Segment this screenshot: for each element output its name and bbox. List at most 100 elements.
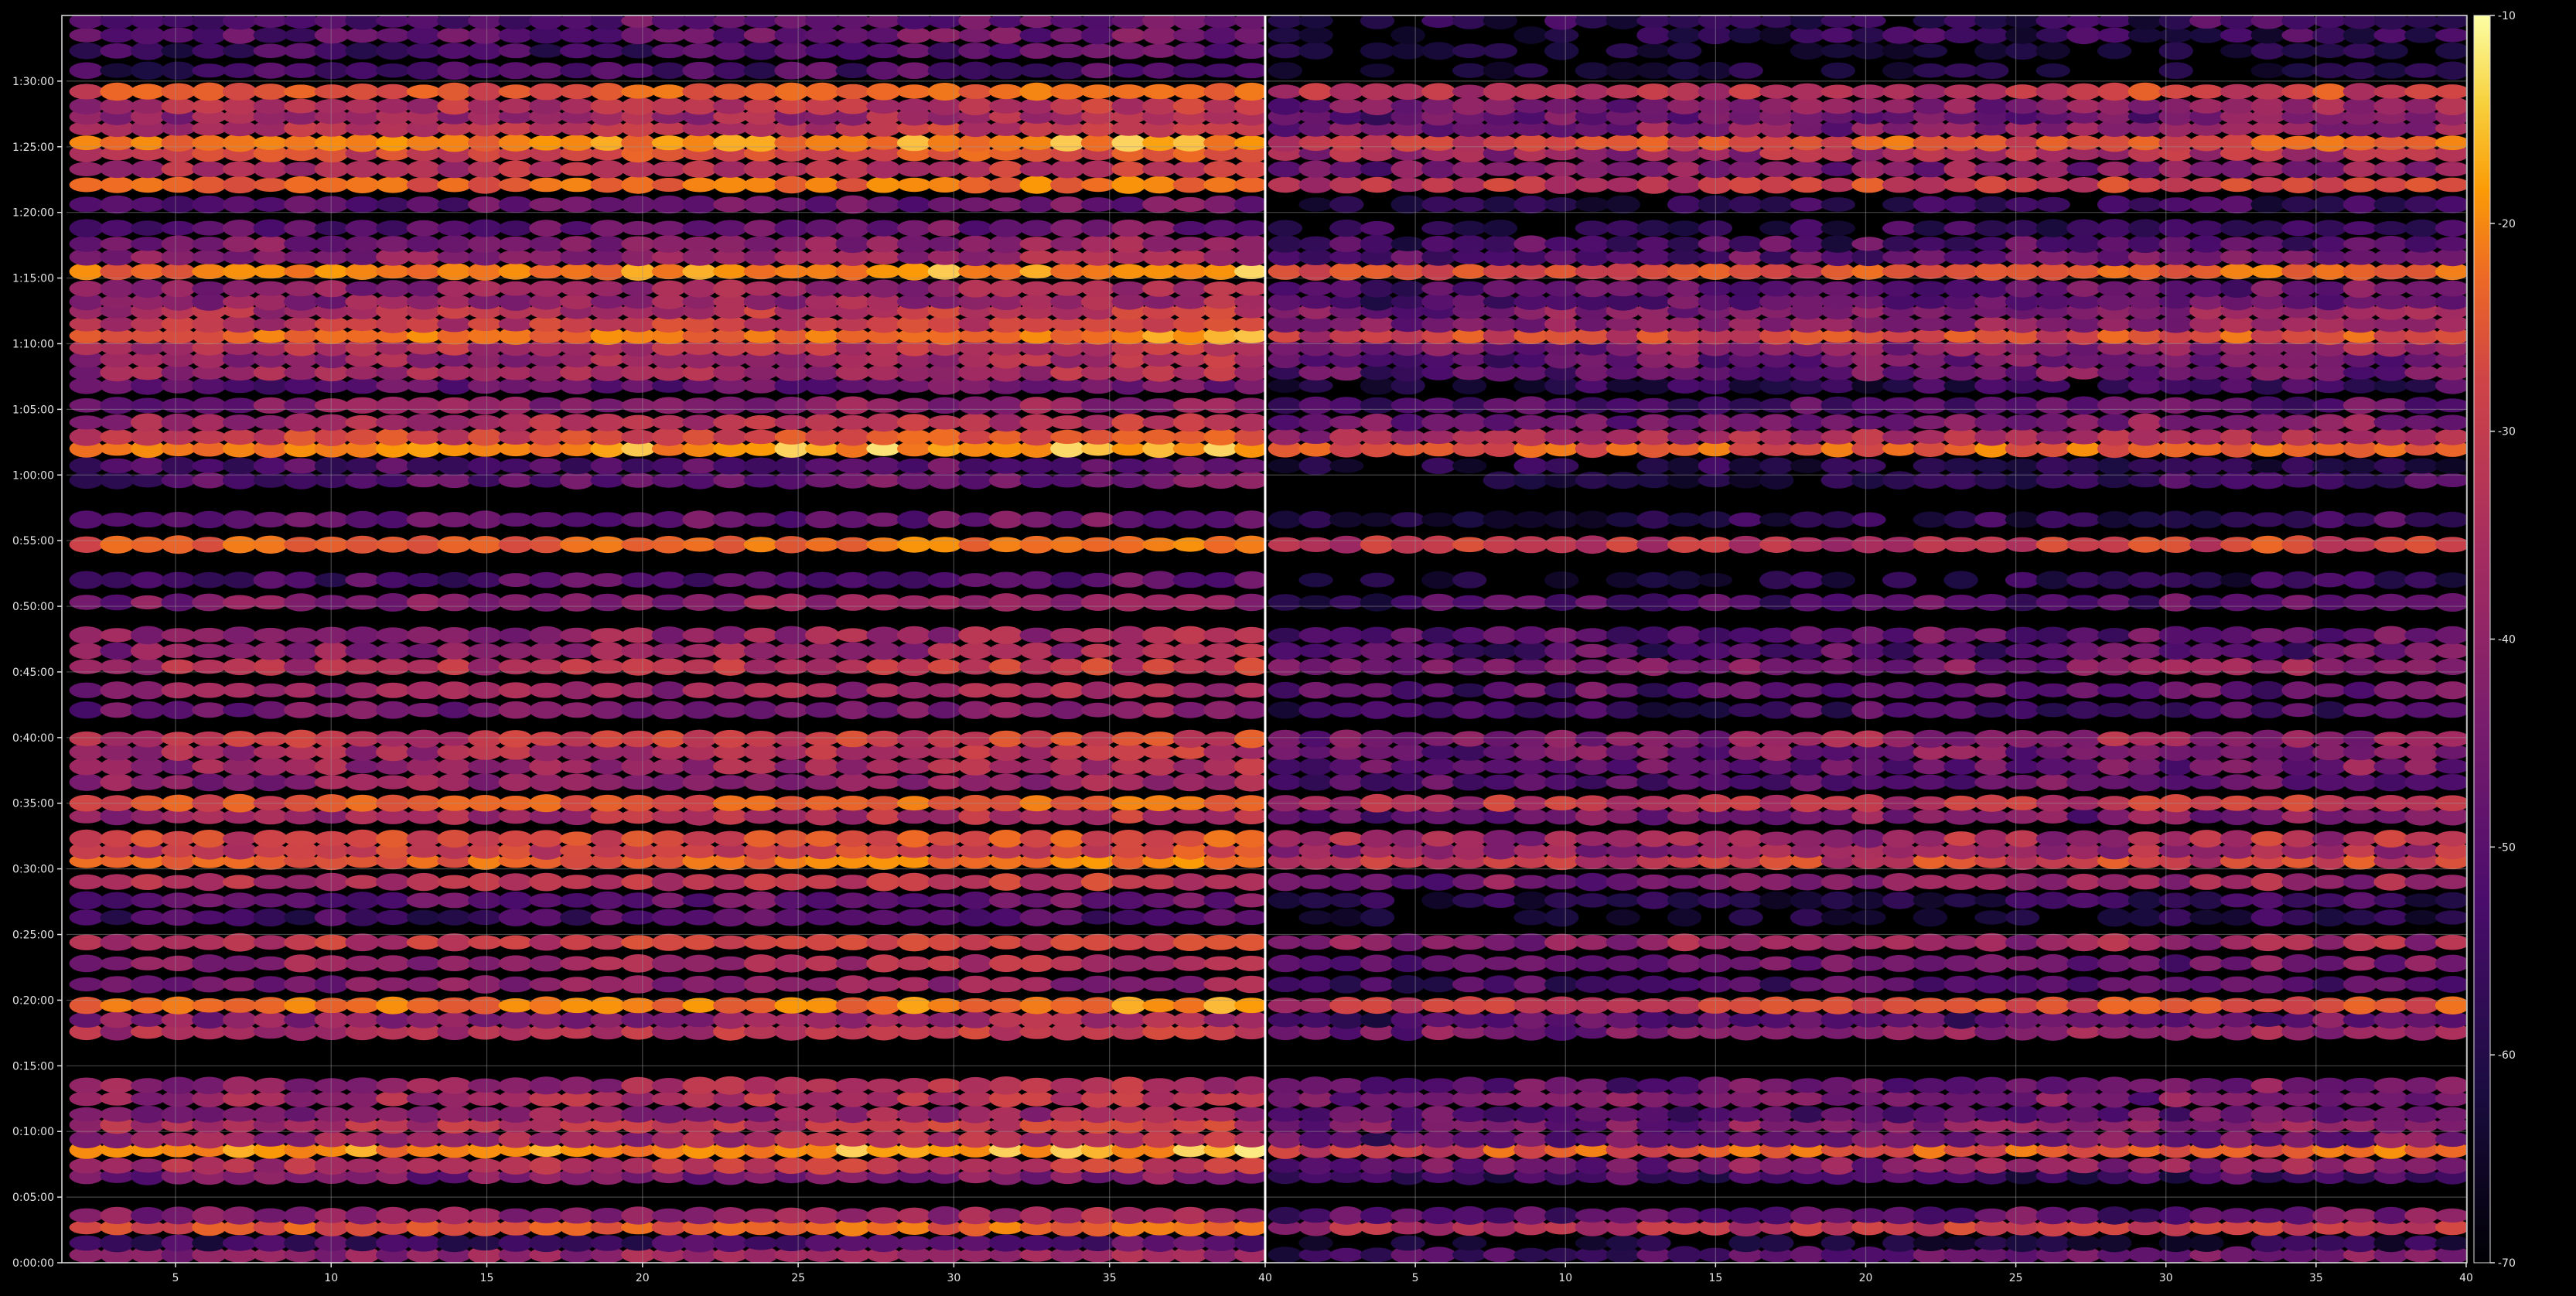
heatmap-cell (866, 683, 901, 697)
heatmap-cell (161, 43, 196, 59)
heatmap-cell (743, 773, 779, 791)
heatmap-cell (1851, 956, 1886, 971)
heatmap-cell (835, 772, 871, 792)
heatmap-cell (1912, 892, 1948, 909)
heatmap-cell (1636, 414, 1671, 431)
heatmap-cell (1636, 954, 1671, 973)
heatmap-cell (590, 759, 625, 775)
heatmap-cell (222, 457, 258, 475)
heatmap-cell (682, 1233, 717, 1253)
heatmap-cell (2434, 643, 2466, 659)
heatmap-cell (345, 397, 380, 414)
heatmap-cell (2312, 976, 2347, 993)
heatmap-cell (437, 43, 472, 60)
heatmap-cell (2404, 955, 2439, 972)
heatmap-cell (1080, 772, 1116, 792)
heatmap-cell (2342, 831, 2378, 847)
heatmap-cell (468, 1078, 503, 1093)
heatmap-cell (958, 61, 993, 80)
heatmap-cell (1268, 642, 1303, 660)
heatmap-cell (2250, 396, 2285, 415)
heatmap-cell (774, 571, 809, 588)
heatmap-cell (253, 683, 288, 697)
heatmap-cell (590, 773, 625, 791)
heatmap-cell (468, 681, 503, 699)
heatmap-cell (1268, 892, 1303, 909)
heatmap-cell (1790, 772, 1825, 792)
heatmap-cell (1790, 743, 1825, 761)
heatmap-cell (682, 220, 717, 237)
heatmap-cell (1912, 237, 1948, 251)
heatmap-cell (1482, 681, 1518, 699)
heatmap-cell (1111, 976, 1146, 993)
heatmap-cell (1080, 1077, 1116, 1094)
heatmap-cell (1234, 294, 1265, 309)
heatmap-cell (314, 398, 350, 413)
heatmap-cell (1111, 97, 1146, 115)
heatmap-cell (1050, 1207, 1085, 1224)
heatmap-cell (529, 701, 564, 719)
heatmap-cell (1172, 413, 1208, 432)
heatmap-cell (1329, 535, 1364, 554)
heatmap-cell (1851, 909, 1886, 926)
heatmap-cell (2097, 683, 2132, 697)
heatmap-cell (406, 263, 442, 280)
heatmap-cell (1851, 975, 1886, 994)
heatmap-cell (222, 263, 258, 280)
heatmap-cell (835, 195, 871, 214)
heatmap-cell (1142, 97, 1177, 115)
heatmap-cell (2189, 510, 2224, 529)
heatmap-cell (130, 1158, 165, 1173)
heatmap-cell (1142, 1158, 1177, 1174)
heatmap-cell (1820, 683, 1855, 698)
heatmap-cell (1943, 220, 1978, 236)
heatmap-cell (2097, 775, 2132, 790)
heatmap-cell (896, 872, 932, 892)
heatmap-cell (1605, 758, 1640, 775)
heatmap-cell (1974, 1076, 2009, 1095)
heatmap-cell (988, 219, 1024, 237)
heatmap-cell (835, 280, 871, 298)
heatmap-cell (2373, 626, 2408, 645)
heatmap-cell (161, 701, 196, 720)
heatmap-cell (1575, 976, 1610, 993)
heatmap-cell (1080, 1011, 1116, 1029)
heatmap-cell (1851, 891, 1886, 909)
heatmap-cell (2097, 892, 2132, 909)
heatmap-cell (1050, 84, 1085, 100)
heatmap-cell (1667, 892, 1702, 909)
heatmap-cell (682, 1107, 717, 1122)
heatmap-cell (2434, 934, 2466, 950)
heatmap-cell (866, 807, 901, 825)
heatmap-cell (1636, 593, 1671, 612)
heatmap-cell (2434, 892, 2466, 909)
heatmap-cell (1234, 1233, 1265, 1253)
heatmap-cell (1943, 414, 1978, 431)
heatmap-cell (1605, 1107, 1640, 1122)
heatmap-cell (1482, 397, 1518, 413)
heatmap-cell (406, 61, 442, 80)
heatmap-cell (988, 160, 1024, 178)
heatmap-cell (1111, 458, 1146, 473)
heatmap-cell (1050, 536, 1085, 553)
heatmap-cell (1050, 628, 1085, 643)
heatmap-cell (1544, 759, 1579, 774)
heatmap-cell (713, 264, 748, 279)
heatmap-cell (1329, 892, 1364, 908)
heatmap-cell (713, 196, 748, 213)
heatmap-cell (314, 160, 350, 178)
heatmap-cell (1820, 537, 1855, 552)
heatmap-cell (1667, 1076, 1702, 1095)
heatmap-cell (2097, 594, 2132, 611)
heatmap-cell (1974, 196, 2009, 213)
heatmap-cell (1790, 891, 1825, 910)
heatmap-cell (1482, 759, 1518, 774)
heatmap-cell (529, 571, 564, 588)
heatmap-cell (988, 626, 1024, 645)
heatmap-cell (100, 956, 135, 970)
heatmap-cell (743, 176, 779, 193)
heatmap-cell (2127, 1107, 2163, 1122)
heatmap-cell (805, 414, 840, 431)
heatmap-cell (1142, 161, 1177, 177)
heatmap-cell (1513, 511, 1548, 528)
